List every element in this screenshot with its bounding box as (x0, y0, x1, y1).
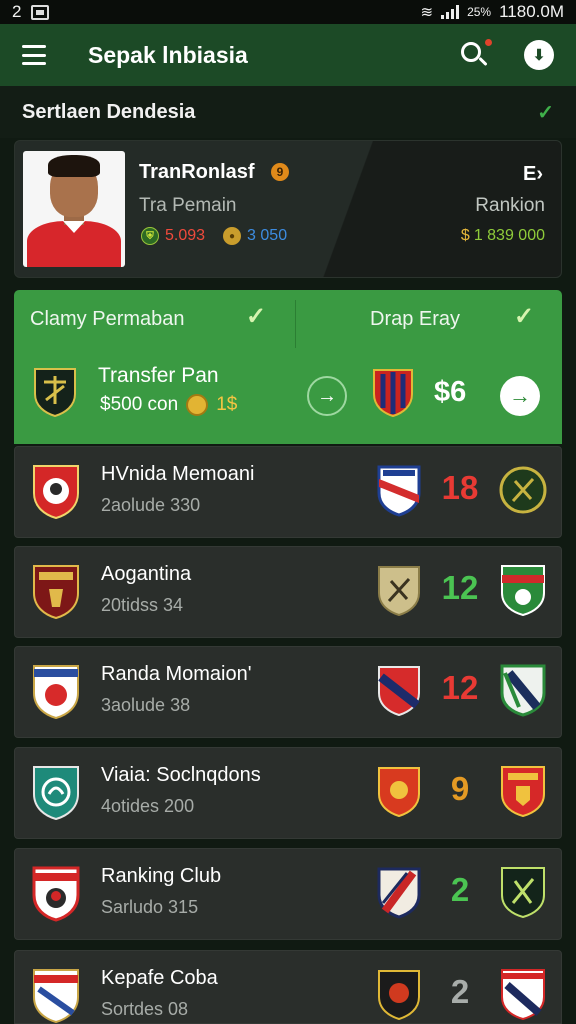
stat-b-value: 3 050 (247, 227, 288, 244)
clock: 1180.0M (499, 2, 564, 21)
check-icon: ✓ (246, 303, 267, 330)
transfer-panel: Clamy Permaban ✓ Drap Eray ✓ Transfer Pa… (14, 290, 562, 444)
transfer-main-title: Transfer Pan (98, 364, 219, 387)
club-rank: 9 (450, 770, 470, 807)
club-crest-icon (31, 663, 81, 721)
club-crest-icon (31, 463, 81, 521)
transfer-left-title: Clamy Permaban (30, 308, 185, 330)
status-bar: 2 ≋ 25% 1180.0M (0, 0, 576, 24)
ranking-value: $1 839 000 (461, 227, 545, 245)
player-subtitle: Tra Pemain (139, 195, 237, 216)
profile-icon[interactable]: ⬇ (524, 40, 554, 70)
transfer-price-coin: 1$ (216, 394, 238, 415)
club-rank: 2 (450, 871, 470, 908)
club-subtitle: 2aolude 330 (101, 495, 201, 515)
transfer-right-title: Drap Eray (370, 308, 461, 330)
transfer-value: $6 (434, 376, 467, 408)
notification-dot (485, 39, 492, 46)
check-icon: ✓ (537, 101, 554, 124)
club-name: Ranking Club (101, 865, 222, 887)
club-crest-icon (372, 368, 414, 418)
ranking-amount: 1 839 000 (473, 227, 545, 244)
transfer-price-amount: $500 con (100, 394, 179, 415)
club-name: Randa Momaion' (101, 663, 252, 685)
club-crest-icon (499, 563, 547, 617)
club-crest-icon (31, 865, 81, 923)
list-item[interactable]: Viaia: Soclnqdons 4otides 200 9 (14, 747, 562, 839)
list-item[interactable]: Kepafe Coba Sortdes 08 2 (14, 950, 562, 1024)
ranking-label: Rankion (475, 195, 545, 216)
search-icon[interactable] (458, 39, 492, 71)
opponent-crest-icon (377, 565, 421, 617)
list-item[interactable]: Randa Momaion' 3aolude 38 12 (14, 646, 562, 738)
stat-a-value: 5.093 (165, 227, 206, 244)
player-stats: ⛨ 5.093 ● 3 050 (141, 227, 287, 245)
app-title: Sepak lnbiasia (88, 41, 248, 68)
arrow-right-icon[interactable]: → (307, 376, 347, 416)
club-subtitle: 20tidss 34 (101, 595, 184, 615)
check-icon: ✓ (514, 303, 535, 330)
transfer-price: $500 con 1$ (100, 394, 237, 416)
opponent-crest-icon (377, 969, 421, 1021)
coin-icon (186, 394, 209, 416)
list-item[interactable]: Ranking Club Sarludo 315 2 (14, 848, 562, 940)
club-name: HVnida Memoani (101, 463, 255, 485)
club-rank: 12 (441, 569, 479, 606)
arrow-right-icon[interactable]: E› (523, 163, 543, 186)
divider (295, 300, 296, 348)
coin-icon: $ (460, 227, 470, 244)
shield-stat-icon: ⛨ (141, 227, 159, 245)
section-title: Sertlaen Dendesia (22, 100, 196, 123)
club-name: Viaia: Soclnqdons (101, 764, 261, 786)
signal-icon (441, 5, 460, 19)
club-rank: 18 (441, 469, 479, 506)
round-crest-icon (499, 463, 547, 517)
club-crest-icon (31, 563, 81, 621)
player-profile-card[interactable]: TranRonlasf 9 Tra Pemain ⛨ 5.093 ● 3 050… (14, 140, 562, 278)
club-crest-icon (499, 764, 547, 818)
opponent-crest-icon (377, 867, 421, 919)
player-name: TranRonlasf (139, 161, 255, 183)
club-rank: 12 (441, 669, 479, 706)
club-crest-icon (499, 967, 547, 1021)
section-header: Sertlaen Dendesia ✓ (0, 86, 576, 138)
gallery-notification-icon (31, 4, 50, 20)
club-subtitle: Sortdes 08 (101, 999, 189, 1019)
club-name: Kepafe Coba (101, 967, 218, 989)
club-name: Aogantina (101, 563, 192, 585)
menu-icon[interactable] (22, 45, 46, 65)
list-item[interactable]: HVnida Memoani 2aolude 330 18 (14, 446, 562, 538)
club-crest-icon (499, 865, 547, 919)
opponent-crest-icon (377, 665, 421, 717)
club-subtitle: 3aolude 38 (101, 695, 191, 715)
club-crest-icon (31, 764, 81, 822)
club-crest-icon (499, 663, 547, 717)
coin-icon: ● (223, 227, 242, 245)
status-notification-count: 2 (12, 2, 22, 21)
club-crest-icon (31, 967, 81, 1024)
player-photo (23, 151, 125, 267)
arrow-right-icon[interactable]: → (500, 376, 540, 416)
battery-percentage: 25% (467, 5, 492, 19)
club-subtitle: Sarludo 315 (101, 897, 199, 917)
club-rank: 2 (450, 973, 470, 1010)
wifi-icon: ≋ (420, 4, 434, 21)
club-crest-icon (32, 366, 78, 418)
app-bar: Sepak lnbiasia ⬇ (0, 24, 576, 86)
opponent-crest-icon (377, 766, 421, 818)
opponent-crest-icon (377, 465, 421, 517)
info-badge: 9 (271, 163, 289, 181)
list-item[interactable]: Aogantina 20tidss 34 12 (14, 546, 562, 638)
club-subtitle: 4otides 200 (101, 796, 195, 816)
